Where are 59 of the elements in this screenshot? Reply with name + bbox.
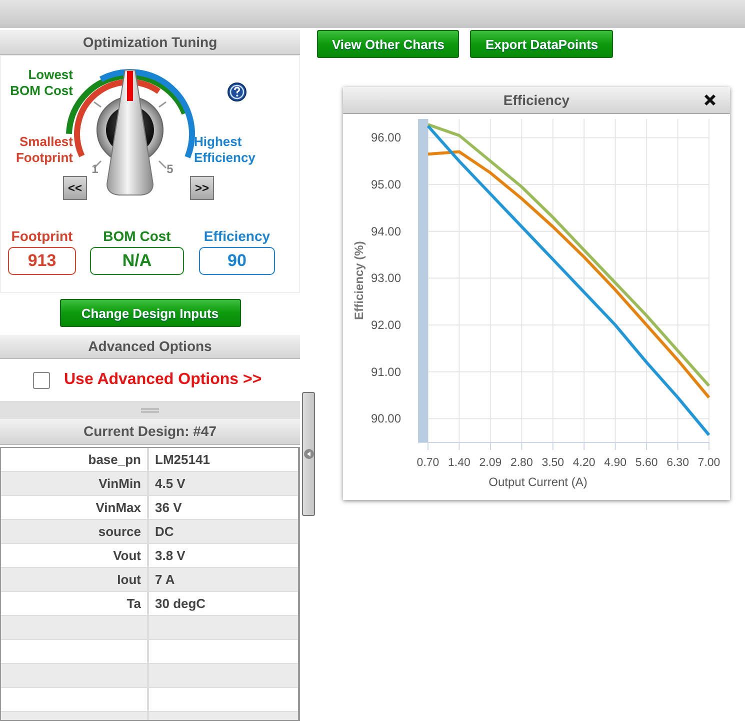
parameter-value: 30 degC [154,595,207,613]
parameter-value: 3.8 V [154,547,186,565]
close-icon[interactable] [704,94,716,106]
toolbar-button[interactable]: Export DataPoints [470,30,614,58]
y-tick-label: 93.00 [370,271,401,286]
panel-title: Advanced Options [0,335,300,359]
x-tick-label: 2.80 [510,457,533,469]
goal-label: Highest Efficiency [194,134,256,166]
metric-value: N/A [90,247,184,275]
previous-button[interactable]: << [63,176,87,200]
parameter-name: source [1,520,149,543]
y-tick-label: 90.00 [370,412,401,426]
parameter-value: 7 A [154,571,176,589]
x-tick-label: 2.09 [479,457,502,469]
metric-label: BOM Cost [103,228,171,244]
parameter-name: VinMin [1,472,149,495]
panel-title: Optimization Tuning [0,30,300,55]
next-button[interactable]: >> [190,176,214,200]
y-tick-label: 96.00 [370,130,401,145]
y-tick-label: 95.00 [370,178,401,192]
x-tick-label: 6.30 [666,457,689,469]
metric-label: Footprint [11,228,73,244]
panel-title: Current Design: #47 [0,419,300,445]
y-tick-label: 92.00 [370,318,401,332]
parameter-name: Iout [1,568,149,591]
metric-value: 913 [8,247,76,275]
change-design-inputs-button[interactable]: Change Design Inputs [60,299,240,327]
metric-value: 90 [199,247,275,275]
x-tick-label: 7.00 [698,457,720,469]
scale-label: 5 [166,162,174,176]
toolbar-button[interactable]: View Other Charts [317,30,460,58]
parameter-value: 4.5 V [154,475,186,493]
x-tick-label: 3.50 [542,457,564,469]
parameter-value: LM25141 [154,451,211,469]
goal-label: Lowest BOM Cost [9,67,73,99]
x-tick-label: 4.20 [572,457,596,469]
grip-icon [141,408,159,412]
goal-label: Smallest Footprint [14,134,73,166]
y-axis-title: Efficiency (%) [352,241,366,320]
x-tick-label: 4.90 [604,457,627,469]
option-label[interactable]: Use Advanced Options >> [64,371,262,389]
checkbox[interactable] [33,372,50,388]
collapse-left-icon [304,449,314,459]
zoom-scrollbar[interactable] [418,119,428,442]
x-axis-title: Output Current (A) [488,475,588,489]
x-tick-label: 5.60 [635,457,658,469]
metric-label: Efficiency [204,228,270,244]
parameter-value: DC [154,523,175,541]
help-icon[interactable] [227,82,247,102]
window-title: Efficiency [503,92,570,108]
scale-label: 1 [92,162,98,176]
x-tick-label: 1.40 [448,457,470,469]
parameter-value: 36 V [154,499,183,517]
y-tick-label: 94.00 [370,224,401,238]
y-tick-label: 91.00 [370,364,401,379]
dial-pointer[interactable] [106,70,154,196]
collapse-handle[interactable] [302,392,315,516]
dial-knob[interactable] [96,70,164,196]
x-tick-label: 0.70 [416,457,440,469]
